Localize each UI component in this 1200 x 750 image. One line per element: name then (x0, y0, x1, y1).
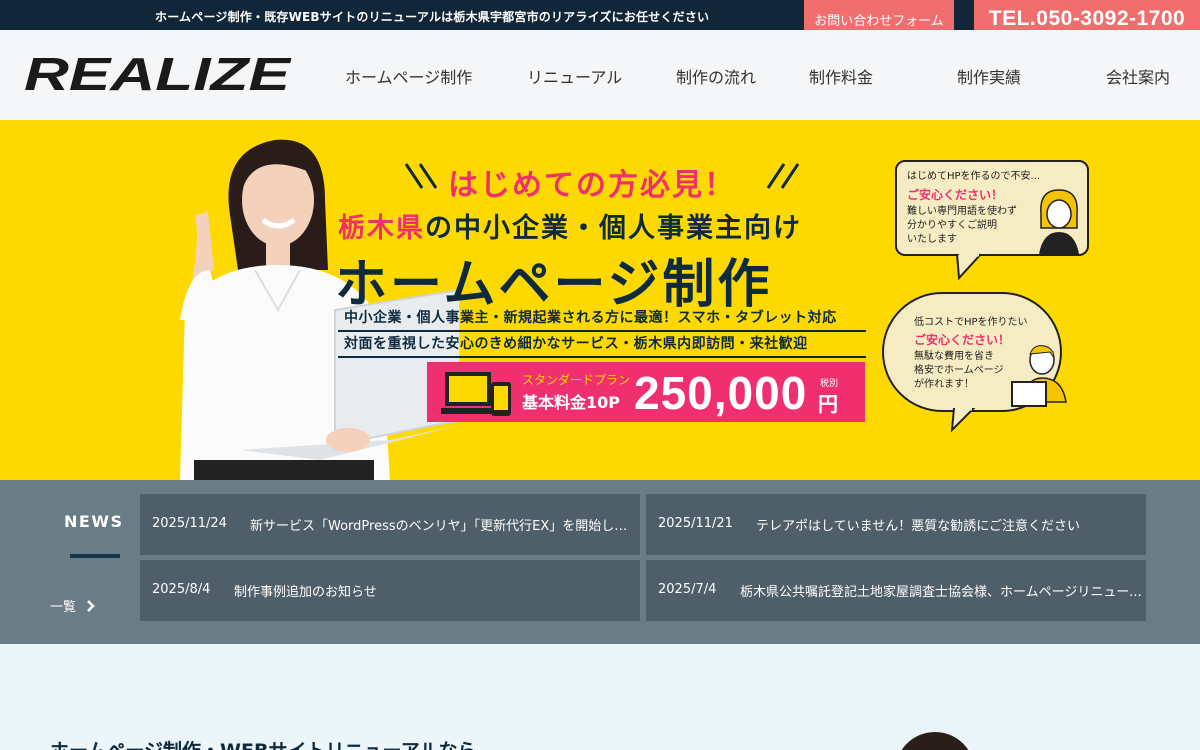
bubble2-tail (950, 408, 976, 432)
intro-section: ホームページ制作・WEBサイトリニューアルなら (0, 644, 1200, 750)
news-item[interactable]: 2025/11/21 テレアポはしていません！悪質な勧誘にご注意ください (646, 494, 1146, 555)
news-date: 2025/11/24 (152, 516, 227, 531)
realize-logo[interactable]: REALIZE (22, 48, 294, 98)
price-amount: 250,000 (634, 367, 808, 419)
logo-text: REALIZE (24, 48, 292, 98)
site-header: REALIZE ホームページ制作 リニューアル 制作の流れ 制作料金 制作実績 … (0, 30, 1200, 120)
hero-subtitle: 栃木県の中小企業・個人事業主向け (338, 206, 802, 245)
news-list-label: 一覧 (50, 600, 77, 615)
bubble1-line4: いたします (907, 234, 957, 245)
news-text: テレアポはしていません！悪質な勧誘にご注意ください (756, 519, 1080, 534)
staff-photo (895, 732, 975, 750)
news-heading-underline (70, 554, 120, 558)
nav-renewal[interactable]: リニューアル (527, 64, 622, 88)
bubble2-reassure-text: ご安心ください！ (914, 333, 1011, 347)
news-text: 新サービス「WordPressのベンリヤ」「更新代行EX」を開始しました (250, 519, 632, 534)
news-item[interactable]: 2025/7/4 栃木県公共嘱託登記土地家屋調査士協会様、ホームページリニューア… (646, 560, 1146, 621)
attention-deco-right-icon (766, 163, 800, 189)
nav-company[interactable]: 会社案内 (1106, 64, 1170, 88)
speech-bubble-beginner: はじめてHPを作るので不安... ご安心ください！ 難しい専門用語を使わず 分か… (895, 160, 1089, 256)
hero-feature-line-1: 中小企業・個人事業主・新規起業される方に最適！スマホ・タブレット対応 (338, 304, 866, 332)
nav-production-flow[interactable]: 制作の流れ (676, 64, 756, 88)
bubble1-line2: 難しい専門用語を使わず (907, 206, 1017, 217)
bubble1-line3: 分かりやすくご説明 (907, 220, 997, 231)
nav-works[interactable]: 制作実績 (957, 64, 1021, 88)
chevron-right-icon (87, 599, 95, 612)
price-plan-label: スタンダードプラン (522, 373, 631, 387)
news-heading: NEWS (64, 512, 124, 531)
hero-subtitle-highlight: 栃木県 (338, 213, 425, 244)
hero-subtitle-rest: の中小企業・個人事業主向け (425, 213, 802, 244)
news-date: 2025/11/21 (658, 516, 733, 531)
bubble2-worry-text: 低コストでHPを作りたい (914, 317, 1028, 328)
hero-attention-text: はじめての方必見！ (448, 168, 736, 203)
hero-feature-line-2: 対面を重視した安心のきめ細かなサービス・栃木県内即訪問・来社歓迎 (338, 330, 866, 358)
man-with-laptop-illustration-icon (1011, 345, 1067, 407)
news-text: 制作事例追加のお知らせ (234, 585, 377, 600)
news-section: NEWS 一覧 2025/11/24 新サービス「WordPressのベンリヤ」… (0, 480, 1200, 644)
devices-icon (441, 372, 511, 416)
site-tagline: ホームページ制作・既存WEBサイトのリニューアルは栃木県宇都宮市のリアライズにお… (155, 10, 710, 24)
news-text: 栃木県公共嘱託登記土地家屋調査士協会様、ホームページリニューアル (740, 585, 1144, 600)
price-yen-label: 円 (818, 392, 838, 416)
bubble2-line3: 格安でホームページ (914, 365, 1004, 376)
hero-banner: はじめての方必見！ 栃木県の中小企業・個人事業主向け ホームページ制作 中小企業… (0, 120, 1200, 480)
news-item[interactable]: 2025/8/4 制作事例追加のお知らせ (140, 560, 640, 621)
bubble2-line2: 無駄な費用を省き (914, 351, 994, 362)
bubble1-worry-text: はじめてHPを作るので不安... (907, 171, 1041, 182)
news-item[interactable]: 2025/11/24 新サービス「WordPressのベンリヤ」「更新代行EX」… (140, 494, 640, 555)
attention-deco-left-icon (404, 163, 438, 189)
bubble1-tail (955, 254, 983, 280)
news-date: 2025/7/4 (658, 582, 717, 597)
bubble2-line4: が作れます！ (914, 379, 974, 390)
nav-homepage-production[interactable]: ホームページ制作 (345, 64, 472, 88)
news-list-link[interactable]: 一覧 (50, 596, 96, 615)
price-box: スタンダードプラン 基本料金10P 250,000 税別 円 (427, 362, 865, 422)
price-base-label: 基本料金10P (522, 393, 620, 412)
nav-pricing[interactable]: 制作料金 (809, 64, 873, 88)
intro-heading: ホームページ制作・WEBサイトリニューアルなら (50, 736, 477, 750)
woman-illustration-icon (1039, 189, 1079, 254)
news-date: 2025/8/4 (152, 582, 211, 597)
bubble1-reassure-text: ご安心ください！ (907, 188, 1004, 202)
